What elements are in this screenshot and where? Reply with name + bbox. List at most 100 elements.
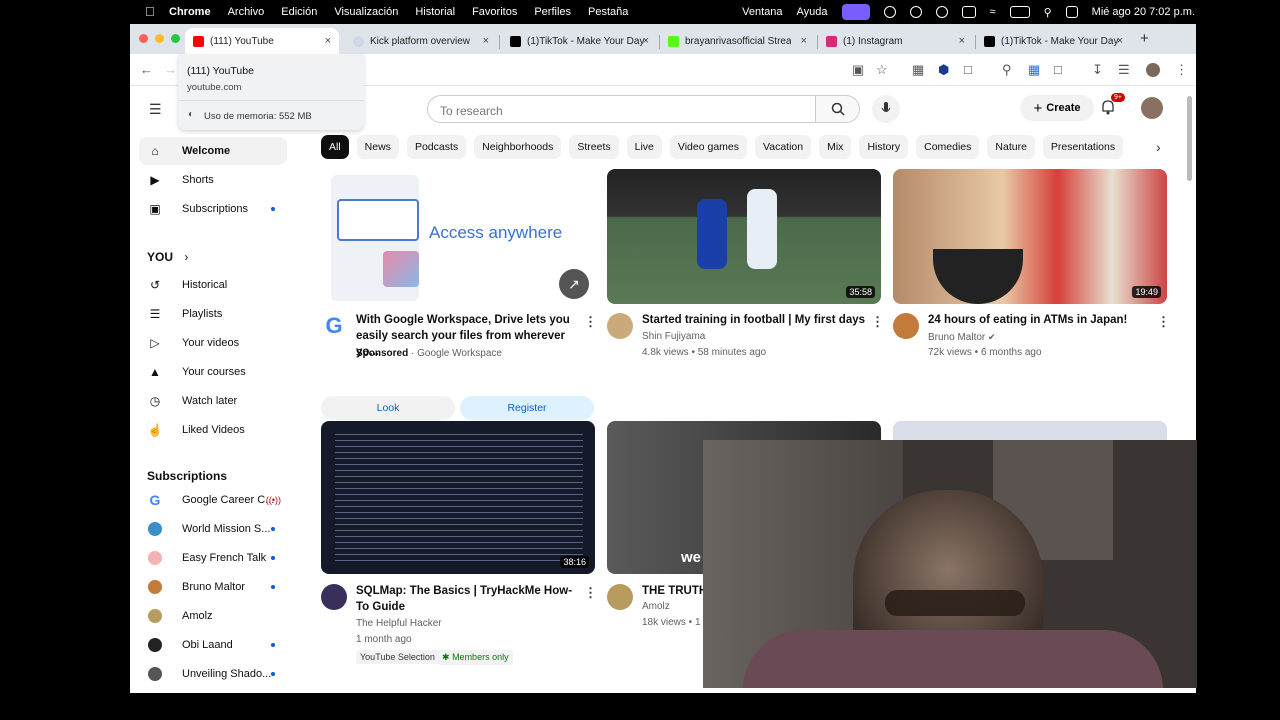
close-window-icon[interactable] bbox=[139, 34, 148, 43]
video-thumbnail[interactable]: 19:49 bbox=[893, 169, 1167, 304]
chip[interactable]: Streets bbox=[569, 135, 619, 159]
look-button[interactable]: Look bbox=[321, 396, 455, 420]
ad-thumbnail[interactable]: Access anywhere ↗ bbox=[321, 169, 595, 304]
close-tab-icon[interactable]: × bbox=[325, 35, 331, 47]
close-tab-icon[interactable]: × bbox=[801, 35, 807, 47]
chip-all[interactable]: All bbox=[321, 135, 349, 159]
chip[interactable]: Video games bbox=[669, 135, 747, 159]
menu-kebab-icon[interactable]: ⋮ bbox=[1175, 62, 1188, 78]
page-scrollbar[interactable] bbox=[1187, 96, 1192, 181]
create-button[interactable]: + Create bbox=[1020, 95, 1094, 121]
sidebar-item-playlists[interactable]: ☰ Playlists bbox=[139, 300, 287, 328]
back-icon[interactable]: ← bbox=[140, 62, 153, 77]
sidebar-item-watch-later[interactable]: ◷ Watch later bbox=[139, 387, 287, 415]
user-avatar[interactable] bbox=[1141, 97, 1163, 119]
clock-text[interactable]: Mié ago 20 7:02 p.m. bbox=[1092, 6, 1195, 18]
tab-youtube[interactable]: (111) YouTube × bbox=[185, 28, 339, 54]
menu-app-name[interactable]: Chrome bbox=[169, 6, 211, 18]
chip[interactable]: Nature bbox=[987, 135, 1035, 159]
channel-name[interactable]: Shin Fujiyama bbox=[642, 329, 705, 345]
chip[interactable]: History bbox=[859, 135, 909, 159]
google-logo-icon[interactable]: G bbox=[321, 313, 347, 339]
forward-icon[interactable]: → bbox=[164, 62, 177, 77]
kebab-menu-icon[interactable]: ⋮ bbox=[584, 314, 597, 330]
channel-avatar[interactable] bbox=[321, 584, 347, 610]
menu-item[interactable]: Perfiles bbox=[534, 6, 571, 18]
menu-item[interactable]: Visualización bbox=[334, 6, 398, 18]
menu-item[interactable]: Ayuda bbox=[797, 6, 828, 18]
wifi-icon[interactable]: ≈ bbox=[990, 6, 996, 18]
channel-name[interactable]: Amolz bbox=[642, 599, 670, 615]
kebab-menu-icon[interactable]: ⋮ bbox=[584, 585, 597, 601]
chip[interactable]: Comedies bbox=[916, 135, 980, 159]
video-title[interactable]: 24 hours of eating in ATMs in Japan! bbox=[928, 312, 1154, 328]
extension-icon[interactable]: ⬢ bbox=[938, 62, 949, 78]
tab-tiktok-2[interactable]: (1)TikTok - Make Your Day × bbox=[976, 28, 1131, 54]
reading-list-icon[interactable]: □ bbox=[1054, 62, 1062, 77]
close-tab-icon[interactable]: × bbox=[483, 35, 489, 47]
you-section-header[interactable]: YOU › bbox=[147, 250, 188, 264]
extension-icon[interactable]: ▦ bbox=[912, 62, 924, 78]
sidebar-sub-item[interactable]: Easy French Talk bbox=[139, 544, 287, 572]
screen-record-icon[interactable] bbox=[841, 4, 870, 20]
minimize-window-icon[interactable] bbox=[155, 34, 164, 43]
notifications-button[interactable]: 9+ bbox=[1101, 93, 1125, 120]
media-icon[interactable]: ☰ bbox=[1118, 62, 1130, 78]
close-tab-icon[interactable]: × bbox=[643, 35, 649, 47]
tab-search-icon[interactable]: ⚲ bbox=[1002, 62, 1012, 78]
user-icon[interactable] bbox=[935, 6, 948, 18]
voice-search-button[interactable] bbox=[872, 95, 900, 123]
profile-avatar[interactable] bbox=[1146, 63, 1160, 77]
register-button[interactable]: Register bbox=[460, 396, 594, 420]
sidebar-sub-item[interactable]: Bruno Maltor bbox=[139, 573, 287, 601]
sidebar-sub-item[interactable]: G Google Career C... ((•)) bbox=[139, 486, 287, 514]
sidebar-item-welcome[interactable]: ⌂ Welcome bbox=[139, 137, 287, 165]
menu-item[interactable]: Archivo bbox=[228, 6, 265, 18]
close-tab-icon[interactable]: × bbox=[959, 35, 965, 47]
menu-item[interactable]: Pestaña bbox=[588, 6, 628, 18]
control-center-icon[interactable] bbox=[1065, 6, 1078, 18]
sidebar-item-your-videos[interactable]: ▷ Your videos bbox=[139, 329, 287, 357]
battery-icon[interactable] bbox=[1009, 6, 1030, 18]
apple-icon[interactable]:  bbox=[145, 4, 155, 19]
channel-avatar[interactable] bbox=[893, 313, 919, 339]
tab-tiktok[interactable]: (1)TikTok - Make Your Day × bbox=[502, 28, 657, 54]
download-icon[interactable]: ↧ bbox=[1092, 62, 1103, 78]
chips-next-chevron-icon[interactable]: › bbox=[1156, 139, 1170, 155]
menu-item[interactable]: Favoritos bbox=[472, 6, 517, 18]
sidebar-sub-item[interactable]: Obi Laand bbox=[139, 631, 287, 659]
brightness-icon[interactable] bbox=[883, 6, 896, 18]
sidebar-sub-item[interactable]: Amolz bbox=[139, 602, 287, 630]
channel-name[interactable]: Bruno Maltor ✔ bbox=[928, 329, 996, 346]
chip[interactable]: Mix bbox=[819, 135, 852, 159]
video-title[interactable]: SQLMap: The Basics | TryHackMe How-To Gu… bbox=[356, 583, 582, 615]
close-tab-icon[interactable]: × bbox=[1117, 35, 1123, 47]
video-title[interactable]: Started training in football | My first … bbox=[642, 312, 868, 328]
search-input[interactable]: To research bbox=[427, 95, 816, 123]
search-button[interactable] bbox=[816, 95, 860, 123]
chip[interactable]: News bbox=[356, 135, 399, 159]
translate-icon[interactable]: ▦ bbox=[1028, 62, 1040, 78]
video-thumbnail[interactable]: 38:16 bbox=[321, 421, 595, 574]
sidebar-sub-item[interactable]: Unveiling Shado... bbox=[139, 660, 287, 688]
chip[interactable]: Live bbox=[626, 135, 662, 159]
cast-icon[interactable]: ▣ bbox=[852, 62, 864, 78]
channel-avatar[interactable] bbox=[607, 313, 633, 339]
kebab-menu-icon[interactable]: ⋮ bbox=[871, 314, 884, 330]
sidebar-item-your-courses[interactable]: ▲ Your courses bbox=[139, 358, 287, 386]
maximize-window-icon[interactable] bbox=[171, 34, 180, 43]
menu-item[interactable]: Ventana bbox=[742, 6, 782, 18]
chip[interactable]: Vacation bbox=[755, 135, 812, 159]
channel-avatar[interactable] bbox=[607, 584, 633, 610]
menu-item[interactable]: Historial bbox=[415, 6, 455, 18]
chip[interactable]: Podcasts bbox=[406, 135, 467, 159]
sidebar-item-subscriptions[interactable]: ▣ Subscriptions bbox=[139, 195, 287, 223]
bookmark-star-icon[interactable]: ☆ bbox=[876, 62, 888, 78]
tab-instagram[interactable]: (1) Instagram × bbox=[818, 28, 973, 54]
sidebar-item-liked-videos[interactable]: ☝ Liked Videos bbox=[139, 416, 287, 444]
puzzle-icon[interactable]: □ bbox=[964, 62, 972, 77]
channel-name[interactable]: The Helpful Hacker bbox=[356, 616, 442, 632]
display-icon[interactable] bbox=[961, 6, 976, 18]
tab-kick[interactable]: Kick platform overview × bbox=[345, 28, 497, 54]
sidebar-item-history[interactable]: ↺ Historical bbox=[139, 271, 287, 299]
